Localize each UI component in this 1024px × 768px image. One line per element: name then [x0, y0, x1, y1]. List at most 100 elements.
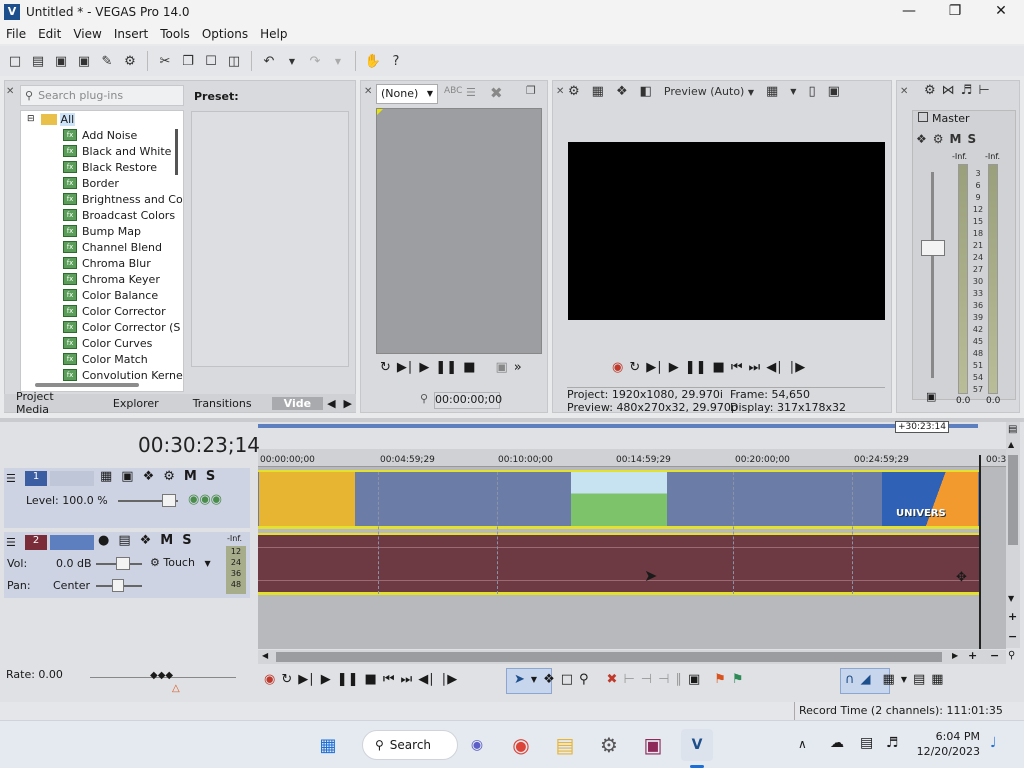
master-fader-handle[interactable] — [921, 240, 945, 256]
audio-mute-button[interactable]: M — [160, 533, 173, 548]
master-close-icon[interactable]: ✕ — [900, 86, 908, 97]
lock-envelopes-icon[interactable]: ⊢ — [978, 83, 989, 98]
horizontal-scroll-thumb[interactable] — [276, 652, 942, 662]
trim-icon[interactable]: ⊢ — [623, 672, 634, 687]
menu-insert[interactable]: Insert — [108, 27, 154, 41]
menu-file[interactable]: File — [0, 27, 32, 41]
trimmer-timecode[interactable]: 00:00:00;00 — [434, 392, 502, 409]
lock-icon[interactable]: ▣ — [926, 390, 936, 403]
vertical-scroll-thumb[interactable] — [1008, 455, 1018, 545]
tab-explorer[interactable]: Explorer — [95, 397, 171, 410]
audio-track-name-field[interactable] — [50, 535, 94, 550]
zoom-in-horizontal-icon[interactable]: + — [968, 649, 977, 662]
preview-quality-select[interactable]: Preview (Auto) ▼ — [664, 85, 754, 98]
whats-this-help-icon[interactable]: ? — [387, 52, 405, 70]
plugin-item[interactable]: fx Convolution Kerne — [21, 367, 183, 383]
plugin-tree[interactable]: ⊟ All fx Add Noise fx Black and White fx Bl… — [20, 110, 184, 392]
tab-scroll-right-icon[interactable]: ▶ — [340, 397, 356, 410]
trimmer-source-select[interactable]: (None) ▼ — [376, 84, 438, 104]
play-icon[interactable]: ▶ — [419, 360, 429, 375]
zoom-edit-tool-icon[interactable]: ⚲ — [579, 672, 589, 687]
track-motion-icon[interactable]: ❖ — [143, 469, 155, 484]
stop-icon[interactable]: ■ — [365, 672, 377, 687]
previous-frame-icon[interactable]: ◀∣ — [418, 672, 435, 687]
render-icon[interactable]: ✎ — [98, 52, 116, 70]
redo-dropdown-icon[interactable]: ▼ — [329, 52, 347, 70]
timeline-timecode[interactable]: 00:30:23;14 — [138, 433, 260, 457]
vol-slider-handle[interactable] — [116, 557, 130, 570]
zoom-in-vertical-icon[interactable]: + — [1008, 610, 1017, 623]
trimmer-list-icon[interactable]: ☰ — [466, 86, 476, 99]
abc-icon[interactable]: ABC — [444, 86, 462, 96]
track-motion-icon[interactable]: ❖ — [140, 533, 152, 548]
lock-envelopes-icon[interactable]: ▤ — [913, 672, 925, 687]
ripple-dropdown-icon[interactable]: ▼ — [901, 675, 907, 684]
pause-icon[interactable]: ❚❚ — [337, 672, 359, 687]
plugin-item[interactable]: fx Channel Blend — [21, 239, 183, 255]
tab-video-fx[interactable]: Vide — [271, 396, 324, 410]
video-mute-button[interactable]: M — [184, 469, 197, 484]
plugin-item[interactable]: fx Add Noise — [21, 127, 183, 143]
zoom-out-horizontal-icon[interactable]: − — [990, 649, 999, 662]
save-as-icon[interactable]: ▣ — [75, 52, 93, 70]
next-frame-icon[interactable]: ∣▶ — [789, 360, 806, 375]
auto-crossfade-icon[interactable]: ◢ — [861, 672, 871, 687]
zoom-tool-icon[interactable]: ⚲ — [1008, 650, 1015, 661]
plugin-item[interactable]: fx Color Corrector (S — [21, 319, 183, 335]
snapping-magnet-icon[interactable]: ∩ — [845, 672, 855, 687]
split-icon[interactable]: ∥ — [675, 672, 682, 687]
search-plugins-input[interactable]: ⚲ Search plug-ins — [20, 85, 184, 106]
plugin-item[interactable]: fx Chroma Blur — [21, 255, 183, 271]
pan-icon[interactable]: ❖ — [916, 132, 927, 146]
audio-solo-button[interactable]: S — [182, 533, 191, 548]
scroll-left-icon[interactable]: ◀ — [262, 651, 268, 660]
notification-bell-icon[interactable]: ♩ — [990, 735, 997, 751]
make-compositing-child-icon[interactable]: ▣ — [121, 469, 133, 484]
tab-scroll-left-icon[interactable]: ◀ — [323, 397, 339, 410]
trim-start-icon[interactable]: ⊣ — [641, 672, 652, 687]
ignore-event-grouping-icon[interactable]: ▦ — [931, 672, 943, 687]
tab-transitions[interactable]: Transitions — [171, 397, 264, 410]
go-to-end-icon[interactable]: ⏭ — [749, 360, 761, 375]
plugin-item[interactable]: fx Color Match — [21, 351, 183, 367]
video-fx-split-icon[interactable]: ❖ — [616, 84, 628, 99]
insert-region-icon[interactable]: ⚑ — [732, 672, 744, 687]
start-windows-icon[interactable]: ▦ — [312, 729, 344, 761]
level-slider-handle[interactable] — [162, 494, 176, 507]
teams-icon[interactable]: ◉ — [461, 729, 493, 761]
menu-options[interactable]: Options — [196, 27, 254, 41]
track-menu-icon[interactable]: ☰ — [6, 472, 16, 485]
scroll-up-icon[interactable]: ▲ — [1008, 440, 1014, 449]
compositing-mode-icon[interactable]: ▦ — [100, 469, 112, 484]
play-from-start-icon[interactable]: ▶∣ — [298, 672, 315, 687]
panel-close-icon[interactable]: ✕ — [6, 86, 16, 97]
taskbar-clock[interactable]: 6:04 PM 12/20/2023 — [916, 729, 980, 759]
chrome-icon[interactable]: ◉ — [505, 729, 537, 761]
copy-snapshot-icon[interactable]: ▯ — [808, 84, 815, 99]
overlays-grid-icon[interactable]: ▦ — [766, 84, 778, 99]
open-folder-icon[interactable]: ▤ — [29, 52, 47, 70]
pin-icon[interactable]: ⚲ — [420, 392, 428, 405]
overlays-dropdown-icon[interactable]: ▼ — [790, 87, 796, 96]
loop-region-bar[interactable] — [258, 424, 978, 428]
menu-tools[interactable]: Tools — [154, 27, 196, 41]
pause-icon[interactable]: ❚❚ — [685, 360, 707, 375]
redo-icon[interactable]: ↷ — [306, 52, 324, 70]
composite-level-icon[interactable]: ◉◉◉ — [188, 492, 222, 507]
track-fx-icon[interactable]: ⚙ — [163, 469, 175, 484]
preview-properties-gear-icon[interactable]: ⚙ — [568, 84, 580, 99]
go-to-start-icon[interactable]: ⏮ — [383, 672, 395, 687]
menu-view[interactable]: View — [67, 27, 107, 41]
record-icon[interactable]: ◉ — [612, 360, 623, 375]
trimmer-window-icon[interactable]: ❐ — [526, 84, 536, 97]
trimmer-clear-icon[interactable]: ✖ — [490, 84, 503, 102]
normal-edit-tool-icon[interactable]: ➤ — [514, 672, 525, 687]
winrar-icon[interactable]: ▣ — [637, 729, 669, 761]
trimmer-view[interactable] — [376, 108, 542, 354]
automation-touch-select[interactable]: ⚙ Touch ▼ — [150, 556, 211, 569]
delete-event-icon[interactable]: ✖ — [607, 672, 618, 687]
tree-vertical-scrollbar[interactable] — [175, 129, 178, 175]
marker-bar-icon[interactable]: ▤ — [1008, 424, 1017, 435]
track-menu-icon[interactable]: ☰ — [6, 536, 16, 549]
plugin-item[interactable]: fx Color Curves — [21, 335, 183, 351]
